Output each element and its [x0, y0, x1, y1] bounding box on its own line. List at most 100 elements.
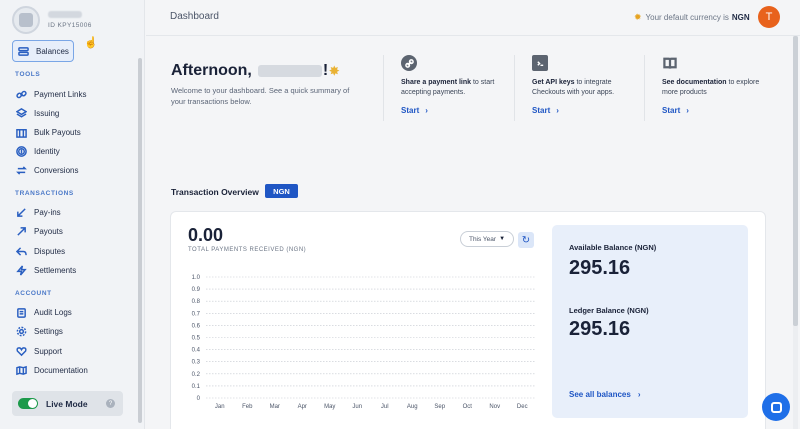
- package-icon: [15, 126, 27, 138]
- sidebar-item-payment-links[interactable]: Payment Links: [15, 88, 86, 100]
- sparkle-icon: ✸: [329, 64, 340, 78]
- layers-icon: [15, 107, 27, 119]
- sidebar-item-balances[interactable]: Balances: [12, 40, 74, 62]
- section-title-transactions: TRANSACTIONS: [15, 190, 74, 197]
- sidebar-item-settlements[interactable]: Settlements: [15, 264, 76, 276]
- toggle-switch[interactable]: [18, 398, 38, 409]
- section-title-account: ACCOUNT: [15, 290, 52, 297]
- greeting-subtitle: Welcome to your dashboard. See a quick s…: [171, 86, 350, 106]
- live-mode-toggle[interactable]: Live Mode ?: [12, 391, 123, 416]
- refresh-icon: ↻: [521, 234, 531, 246]
- fingerprint-icon: [15, 145, 27, 157]
- sidebar-item-payouts[interactable]: Payouts: [15, 225, 63, 237]
- reply-icon: [15, 245, 27, 257]
- help-icon[interactable]: ?: [106, 399, 115, 408]
- sidebar-item-disputes[interactable]: Disputes: [15, 245, 65, 257]
- start-payment-link-button[interactable]: Start ›: [401, 106, 513, 115]
- x-tick-label: May: [324, 404, 335, 410]
- available-balance-value: 295.16: [569, 257, 631, 279]
- total-payments-label: TOTAL PAYMENTS RECEIVED (NGN): [188, 247, 307, 253]
- y-tick-label: 0.3: [192, 360, 201, 366]
- link-icon: [401, 55, 417, 71]
- total-payments-value: 0.00: [188, 225, 224, 245]
- sidebar-item-label: Balances: [36, 46, 69, 56]
- period-select[interactable]: This Year ▼: [460, 231, 514, 247]
- x-tick-label: Jan: [215, 404, 225, 410]
- user-avatar[interactable]: T: [758, 6, 780, 28]
- mouse-cursor-icon: ☝: [84, 37, 98, 49]
- sidebar-item-issuing[interactable]: Issuing: [15, 107, 59, 119]
- chat-icon: [770, 401, 782, 413]
- quick-link-api-keys: Get API keys to integrate Checkouts with…: [514, 55, 644, 121]
- top-header: Dashboard ✹ Your default currency is NGN…: [146, 0, 800, 36]
- profile-block[interactable]: ID KPY15006: [12, 6, 92, 34]
- y-tick-label: 0.6: [192, 323, 201, 329]
- wallet-icon: [17, 45, 29, 57]
- refresh-button[interactable]: ↻: [518, 232, 534, 248]
- x-tick-label: Jun: [352, 404, 362, 410]
- x-tick-label: Apr: [298, 404, 307, 410]
- payments-chart: 1.0 0.9 0.8 0.7 0.6 0.5 0.4 0.3 0.2 0.1 0 Jan Feb Mar…: [192, 275, 536, 410]
- ledger-balance-value: 295.16: [569, 318, 631, 340]
- default-currency-note: ✹ Your default currency is NGN: [634, 12, 750, 22]
- arrow-down-left-icon: [15, 206, 27, 218]
- x-tick-label: Feb: [242, 404, 253, 410]
- user-name-redacted: [257, 65, 322, 77]
- see-all-balances-link[interactable]: See all balances ›: [569, 390, 641, 399]
- x-tick-label: Dec: [517, 404, 528, 410]
- transaction-overview-title: Transaction Overview: [171, 187, 259, 197]
- swap-icon: [15, 164, 27, 176]
- start-api-keys-button[interactable]: Start ›: [532, 106, 644, 115]
- sidebar-item-bulk-payouts[interactable]: Bulk Payouts: [15, 126, 81, 138]
- map-icon: [15, 364, 27, 376]
- greeting-title: Afternoon, ! ✸: [171, 62, 340, 79]
- y-tick-label: 0.1: [192, 384, 201, 390]
- book-icon: [662, 55, 678, 71]
- arrow-up-right-icon: [15, 225, 27, 237]
- quick-link-documentation: See documentation to explore more produc…: [644, 55, 774, 121]
- x-tick-label: Mar: [270, 404, 280, 410]
- y-tick-label: 0: [197, 396, 201, 402]
- sidebar-item-support[interactable]: Support: [15, 345, 62, 357]
- x-tick-label: Jul: [381, 404, 389, 410]
- lightning-icon: [15, 264, 27, 276]
- sidebar-item-audit-logs[interactable]: Audit Logs: [15, 306, 72, 318]
- y-tick-label: 0.5: [192, 336, 201, 342]
- y-tick-label: 0.7: [192, 311, 201, 317]
- x-tick-label: Aug: [407, 404, 418, 410]
- sidebar: ID KPY15006 ☝ Balances TOOLS Payment Lin…: [0, 0, 145, 429]
- link-icon: [15, 88, 27, 100]
- merchant-name-redacted: [48, 11, 82, 18]
- main-scrollbar[interactable]: [793, 36, 798, 429]
- x-tick-label: Nov: [489, 404, 500, 410]
- y-tick-label: 1.0: [192, 275, 201, 281]
- heart-icon: [15, 345, 27, 357]
- y-tick-label: 0.4: [192, 348, 201, 354]
- ledger-balance-label: Ledger Balance (NGN): [569, 306, 649, 315]
- live-mode-label: Live Mode: [46, 398, 88, 409]
- currency-badge[interactable]: NGN: [265, 184, 298, 198]
- sidebar-item-documentation[interactable]: Documentation: [15, 364, 88, 376]
- sidebar-item-pay-ins[interactable]: Pay-ins: [15, 206, 61, 218]
- sidebar-scrollbar[interactable]: [138, 58, 142, 423]
- sidebar-item-conversions[interactable]: Conversions: [15, 164, 78, 176]
- merchant-avatar: [12, 6, 40, 34]
- sun-icon: ✹: [634, 12, 642, 22]
- page-title: Dashboard: [170, 11, 219, 22]
- quick-link-payment-link: Share a payment link to start accepting …: [383, 55, 513, 121]
- y-tick-label: 0.8: [192, 299, 201, 305]
- caret-down-icon: ▼: [499, 236, 506, 242]
- sidebar-item-identity[interactable]: Identity: [15, 145, 60, 157]
- gear-icon: [15, 325, 27, 337]
- chat-support-button[interactable]: [762, 393, 790, 421]
- balances-panel: Available Balance (NGN) 295.16 Ledger Ba…: [552, 225, 748, 418]
- clipboard-icon: [15, 306, 27, 318]
- start-documentation-button[interactable]: Start ›: [662, 106, 774, 115]
- y-tick-label: 0.2: [192, 372, 201, 378]
- terminal-icon: [532, 55, 548, 71]
- x-tick-label: Oct: [463, 404, 473, 410]
- merchant-id: ID KPY15006: [48, 22, 92, 29]
- available-balance-label: Available Balance (NGN): [569, 243, 657, 252]
- y-tick-label: 0.9: [192, 287, 201, 293]
- sidebar-item-settings[interactable]: Settings: [15, 325, 63, 337]
